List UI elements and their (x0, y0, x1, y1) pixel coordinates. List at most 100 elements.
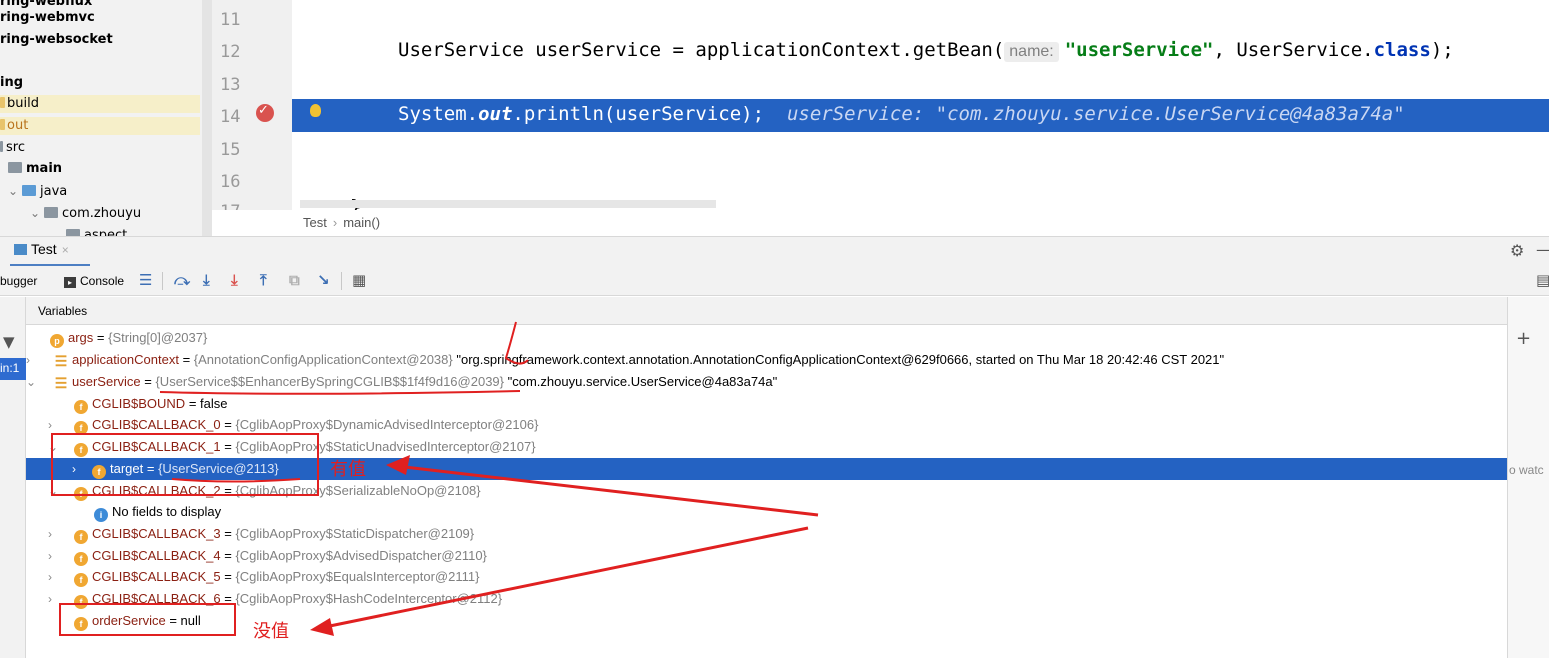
variable-value: {CglibAopProxy$DynamicAdvisedInterceptor… (235, 417, 539, 432)
breadcrumb-method[interactable]: main() (343, 215, 380, 230)
code-text: , UserService. (1213, 39, 1374, 61)
variable-value: {CglibAopProxy$HashCodeInterceptor@2112} (235, 591, 503, 606)
project-tree-scrollbar[interactable] (202, 0, 212, 236)
minimize-icon[interactable]: — (1536, 240, 1549, 259)
field-icon: f (74, 552, 88, 566)
filter-icon[interactable]: ▼ (3, 333, 15, 351)
step-out-icon[interactable]: ⤒ (260, 271, 267, 289)
variable-row-cglib-callback-3[interactable]: › f CGLIB$CALLBACK_3 = {CglibAopProxy$Stat… (26, 523, 1507, 545)
drop-frame-icon[interactable]: ⧉ (289, 271, 300, 289)
folder-icon (0, 141, 3, 152)
toolbar-separator (162, 272, 163, 290)
static-field: out (478, 103, 513, 125)
step-into-icon[interactable]: ⤓ (203, 271, 210, 289)
tab-debugger[interactable]: bugger (0, 274, 37, 288)
breadcrumb-class[interactable]: Test (303, 215, 327, 230)
tree-item-java[interactable]: ⌄ java (8, 182, 67, 201)
toolbar-separator (341, 272, 342, 290)
tree-item-label: com.zhouyu (62, 206, 142, 221)
line-number: 14 (220, 107, 241, 127)
variable-row-args[interactable]: p args = {String[0]@2037} (26, 327, 1507, 349)
local-variable-icon: ☰ (54, 353, 68, 369)
field-icon: f (74, 530, 88, 544)
watches-empty-hint: o watc (1509, 463, 1544, 477)
variable-row-orderservice[interactable]: f orderService = null (26, 610, 1507, 632)
evaluate-expression-icon[interactable]: ▦ (352, 271, 366, 289)
line-number: 13 (220, 75, 241, 95)
debug-tab-bar (0, 236, 1549, 266)
force-step-into-icon[interactable]: ⤓ (231, 271, 238, 289)
variable-row-cglib-callback-5[interactable]: › f CGLIB$CALLBACK_5 = {CglibAopProxy$Equa… (26, 566, 1507, 588)
tree-item-spring-webmvc[interactable]: ring-webmvc (0, 9, 95, 27)
folder-icon (0, 119, 5, 130)
tab-test[interactable]: Test × (0, 241, 69, 257)
variable-name: applicationContext (72, 352, 179, 367)
breakpoint-check-icon: ✓ (258, 103, 269, 118)
line-number: 11 (220, 10, 241, 30)
line-number: 17 (220, 202, 260, 210)
variable-row-applicationcontext[interactable]: › ☰ applicationContext = {AnnotationConfig… (26, 349, 1507, 371)
variable-row-cglib-bound[interactable]: f CGLIB$BOUND = false (26, 393, 1507, 415)
run-to-cursor-icon[interactable]: ↘ (317, 271, 330, 289)
variable-row-no-fields: i No fields to display (26, 501, 1507, 523)
tree-item-main[interactable]: main (8, 160, 62, 178)
layout-icon[interactable]: ▤ (1536, 271, 1549, 289)
tree-item-spring-websocket[interactable]: ring-websocket (0, 31, 113, 49)
variable-value: {String[0]@2037} (108, 330, 208, 345)
tree-item-module[interactable]: ing (0, 74, 23, 92)
variable-value: {CglibAopProxy$StaticDispatcher@2109} (235, 526, 475, 541)
line-number: 12 (220, 42, 241, 62)
field-icon: f (74, 573, 88, 587)
chevron-down-icon[interactable]: ⌄ (8, 182, 22, 200)
add-watch-icon[interactable]: + (1516, 328, 1531, 349)
chevron-right-icon[interactable]: › (48, 523, 74, 545)
chevron-down-icon[interactable]: ⌄ (30, 204, 44, 222)
variable-row-cglib-callback-6[interactable]: › f CGLIB$CALLBACK_6 = {CglibAopProxy$Hash… (26, 588, 1507, 610)
local-variable-icon: ☰ (54, 375, 68, 391)
gear-icon[interactable]: ⚙ (1510, 241, 1524, 260)
folder-icon (0, 97, 5, 108)
tree-item-label: src (6, 140, 25, 155)
variable-name: CGLIB$CALLBACK_5 (92, 569, 221, 584)
line-number: 15 (220, 140, 241, 160)
variable-value: {CglibAopProxy$EqualsInterceptor@2111} (235, 569, 480, 584)
editor-horizontal-scrollbar[interactable] (300, 200, 716, 208)
tree-item-label: java (40, 184, 68, 199)
tree-item-label: out (7, 118, 29, 133)
code-line-14[interactable]: System.out.println(userService); userSer… (398, 103, 1405, 125)
tree-item-com-zhouyu[interactable]: ⌄ com.zhouyu (30, 204, 141, 223)
variable-value: {UserService$$EnhancerBySpringCGLIB$$1f4… (155, 374, 504, 389)
tree-item-out[interactable]: out (0, 117, 200, 135)
chevron-down-icon[interactable]: ⌄ (26, 371, 40, 393)
folder-icon (22, 185, 36, 196)
variable-name: args (68, 330, 94, 345)
variable-value: false (200, 396, 228, 411)
variable-tostring: "com.zhouyu.service.UserService@4a83a74a… (507, 374, 778, 389)
variable-row-userservice[interactable]: ⌄ ☰ userService = {UserService$$EnhancerBy… (26, 371, 1507, 393)
chevron-right-icon[interactable]: › (26, 349, 40, 371)
code-line-12[interactable]: UserService userService = applicationCon… (398, 39, 1454, 62)
tree-item-build[interactable]: build (0, 95, 200, 113)
variable-row-cglib-callback-4[interactable]: › f CGLIB$CALLBACK_4 = {CglibAopProxy$Advi… (26, 545, 1507, 567)
variable-value: {AnnotationConfigApplicationContext@2038… (193, 352, 453, 367)
tab-console-label: Console (80, 274, 125, 288)
annotation-box-orderservice (59, 603, 236, 636)
variable-name: userService (72, 374, 141, 389)
tree-item-src[interactable]: src (0, 139, 25, 157)
chevron-down-icon[interactable]: ⌄ (52, 226, 66, 236)
show-execution-point-icon[interactable]: ☰ (139, 271, 152, 289)
lightbulb-icon[interactable] (310, 104, 321, 117)
variable-name: CGLIB$BOUND (92, 396, 186, 411)
chevron-right-icon[interactable]: › (48, 566, 74, 588)
tab-console[interactable]: ▸ Console (64, 274, 124, 288)
debug-config-icon (14, 244, 27, 255)
tree-item-aspect[interactable]: ⌄ aspect (52, 226, 127, 236)
chevron-right-icon[interactable]: › (48, 545, 74, 567)
tree-item-label: aspect (84, 228, 128, 236)
step-over-icon[interactable]: ⤼ (174, 271, 190, 289)
close-icon[interactable]: × (62, 243, 69, 257)
variables-title: Variables (38, 304, 88, 318)
selected-frame[interactable]: in:1 (0, 358, 26, 380)
breadcrumb-separator: › (332, 215, 338, 230)
line-number: 16 (220, 172, 241, 192)
